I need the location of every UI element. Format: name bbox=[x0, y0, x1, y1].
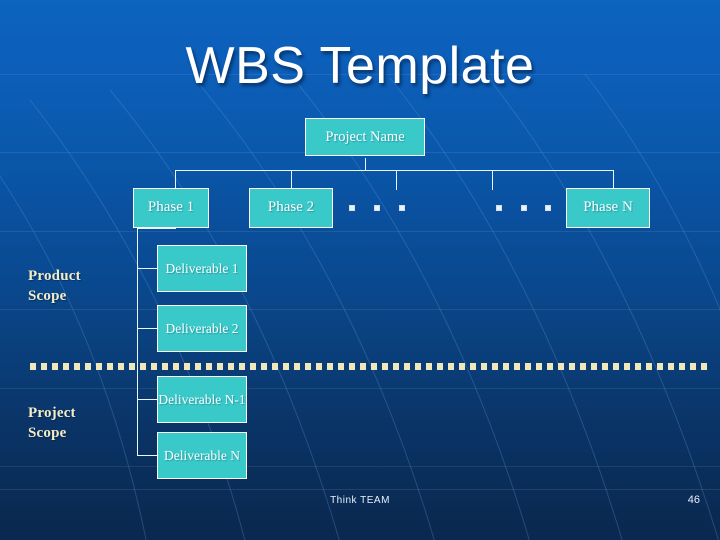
background-band bbox=[0, 231, 720, 232]
connector-phase1-bottom bbox=[175, 228, 176, 229]
node-phase-2[interactable]: Phase 2 bbox=[249, 188, 333, 228]
node-deliverable-2[interactable]: Deliverable 2 bbox=[157, 305, 247, 352]
node-label: Project Name bbox=[325, 128, 405, 145]
node-label: Deliverable N-1 bbox=[158, 391, 246, 407]
node-phase-1[interactable]: Phase 1 bbox=[133, 188, 209, 228]
ellipsis-dot-icon bbox=[496, 205, 502, 211]
connector-stub-deliverable-1 bbox=[137, 268, 158, 269]
node-deliverable-n-minus-1[interactable]: Deliverable N-1 bbox=[157, 376, 247, 423]
footer-divider bbox=[0, 489, 720, 490]
node-label: Deliverable 1 bbox=[165, 260, 239, 276]
background-band bbox=[0, 309, 720, 310]
node-label: Phase 1 bbox=[147, 199, 195, 216]
connector-spine bbox=[137, 228, 138, 455]
node-project-name[interactable]: Project Name bbox=[305, 118, 425, 156]
node-deliverable-n[interactable]: Deliverable N bbox=[157, 432, 247, 479]
background-band bbox=[0, 466, 720, 467]
ellipsis-dot-icon bbox=[521, 205, 527, 211]
connector-stub-deliverable-n1 bbox=[137, 399, 158, 400]
background-band bbox=[0, 388, 720, 389]
node-label: Deliverable 2 bbox=[165, 320, 239, 336]
node-deliverable-1[interactable]: Deliverable 1 bbox=[157, 245, 247, 292]
connector-stub-deliverable-2 bbox=[137, 328, 158, 329]
label-project-scope: Project Scope bbox=[28, 405, 76, 441]
footer-text: Think TEAM bbox=[330, 495, 390, 506]
connector-drop-stub-2 bbox=[492, 170, 493, 190]
scope-divider bbox=[30, 363, 712, 370]
ellipsis-dot-icon bbox=[399, 205, 405, 211]
connector-drop-stub-1 bbox=[396, 170, 397, 190]
connector-root-down bbox=[365, 158, 366, 171]
connector-drop-phase-2 bbox=[291, 170, 292, 188]
ellipsis-dot-icon bbox=[349, 205, 355, 211]
node-phase-n[interactable]: Phase N bbox=[566, 188, 650, 228]
connector-drop-phase-1 bbox=[175, 170, 176, 188]
slide-canvas: WBS Template Project Name Phase 1 Phase … bbox=[0, 0, 720, 540]
node-label: Phase 2 bbox=[267, 199, 315, 216]
connector-bus bbox=[175, 170, 613, 171]
node-label: Deliverable N bbox=[163, 447, 241, 463]
connector-stub-deliverable-n bbox=[137, 455, 158, 456]
connector-phase1-to-spine bbox=[137, 228, 176, 229]
node-label: Phase N bbox=[583, 199, 633, 216]
label-product-scope: Product Scope bbox=[28, 268, 81, 304]
ellipsis-dot-icon bbox=[545, 205, 551, 211]
page-number: 46 bbox=[687, 494, 700, 506]
ellipsis-dot-icon bbox=[374, 205, 380, 211]
page-title: WBS Template bbox=[185, 37, 535, 95]
connector-drop-phase-n bbox=[613, 170, 614, 188]
